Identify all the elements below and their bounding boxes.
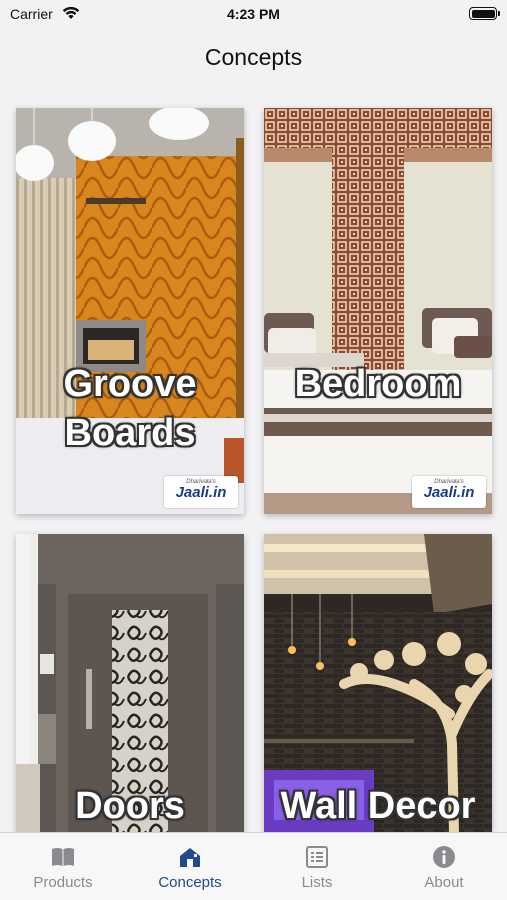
page-title: Concepts	[204, 44, 303, 70]
card-label: Wall Decor	[280, 785, 476, 827]
list-icon	[306, 846, 328, 868]
info-icon	[433, 846, 455, 868]
tab-products[interactable]: Products	[0, 833, 126, 900]
clock: 4:23 PM	[227, 6, 280, 22]
status-bar: Carrier 4:23 PM	[0, 0, 507, 30]
card-label: Bedroom	[294, 363, 462, 405]
book-icon	[52, 848, 74, 866]
card-bedroom[interactable]: Bedroom Dharivala's Jaali.in	[264, 108, 492, 514]
card-label: Groove Boards	[16, 360, 244, 459]
card-label-line: Groove	[63, 363, 197, 405]
card-groove-boards[interactable]: Groove Boards Dharivala's Jaali.in	[16, 108, 244, 514]
jaali-logo: Dharivala's Jaali.in	[164, 476, 238, 508]
jaali-logo: Dharivala's Jaali.in	[412, 476, 486, 508]
tab-lists[interactable]: Lists	[254, 833, 380, 900]
bedroom-image	[264, 108, 492, 514]
tab-label: Lists	[301, 874, 333, 891]
card-wall-decor[interactable]: Wall Decor	[264, 534, 492, 832]
tab-label: About	[424, 874, 464, 891]
logo-title: Jaali.in	[175, 484, 227, 501]
tab-label: Products	[33, 874, 93, 891]
card-label: Doors	[75, 785, 185, 827]
tab-bar: Products Concepts Lists About	[0, 832, 507, 900]
logo-title: Jaali.in	[423, 484, 475, 501]
battery-icon	[469, 7, 500, 20]
card-doors[interactable]: Doors	[16, 534, 244, 832]
tab-concepts[interactable]: Concepts	[127, 833, 253, 900]
tab-about[interactable]: About	[381, 833, 507, 900]
house-icon	[180, 848, 200, 867]
tab-label: Concepts	[158, 874, 222, 891]
card-label-line: Boards	[64, 412, 196, 455]
